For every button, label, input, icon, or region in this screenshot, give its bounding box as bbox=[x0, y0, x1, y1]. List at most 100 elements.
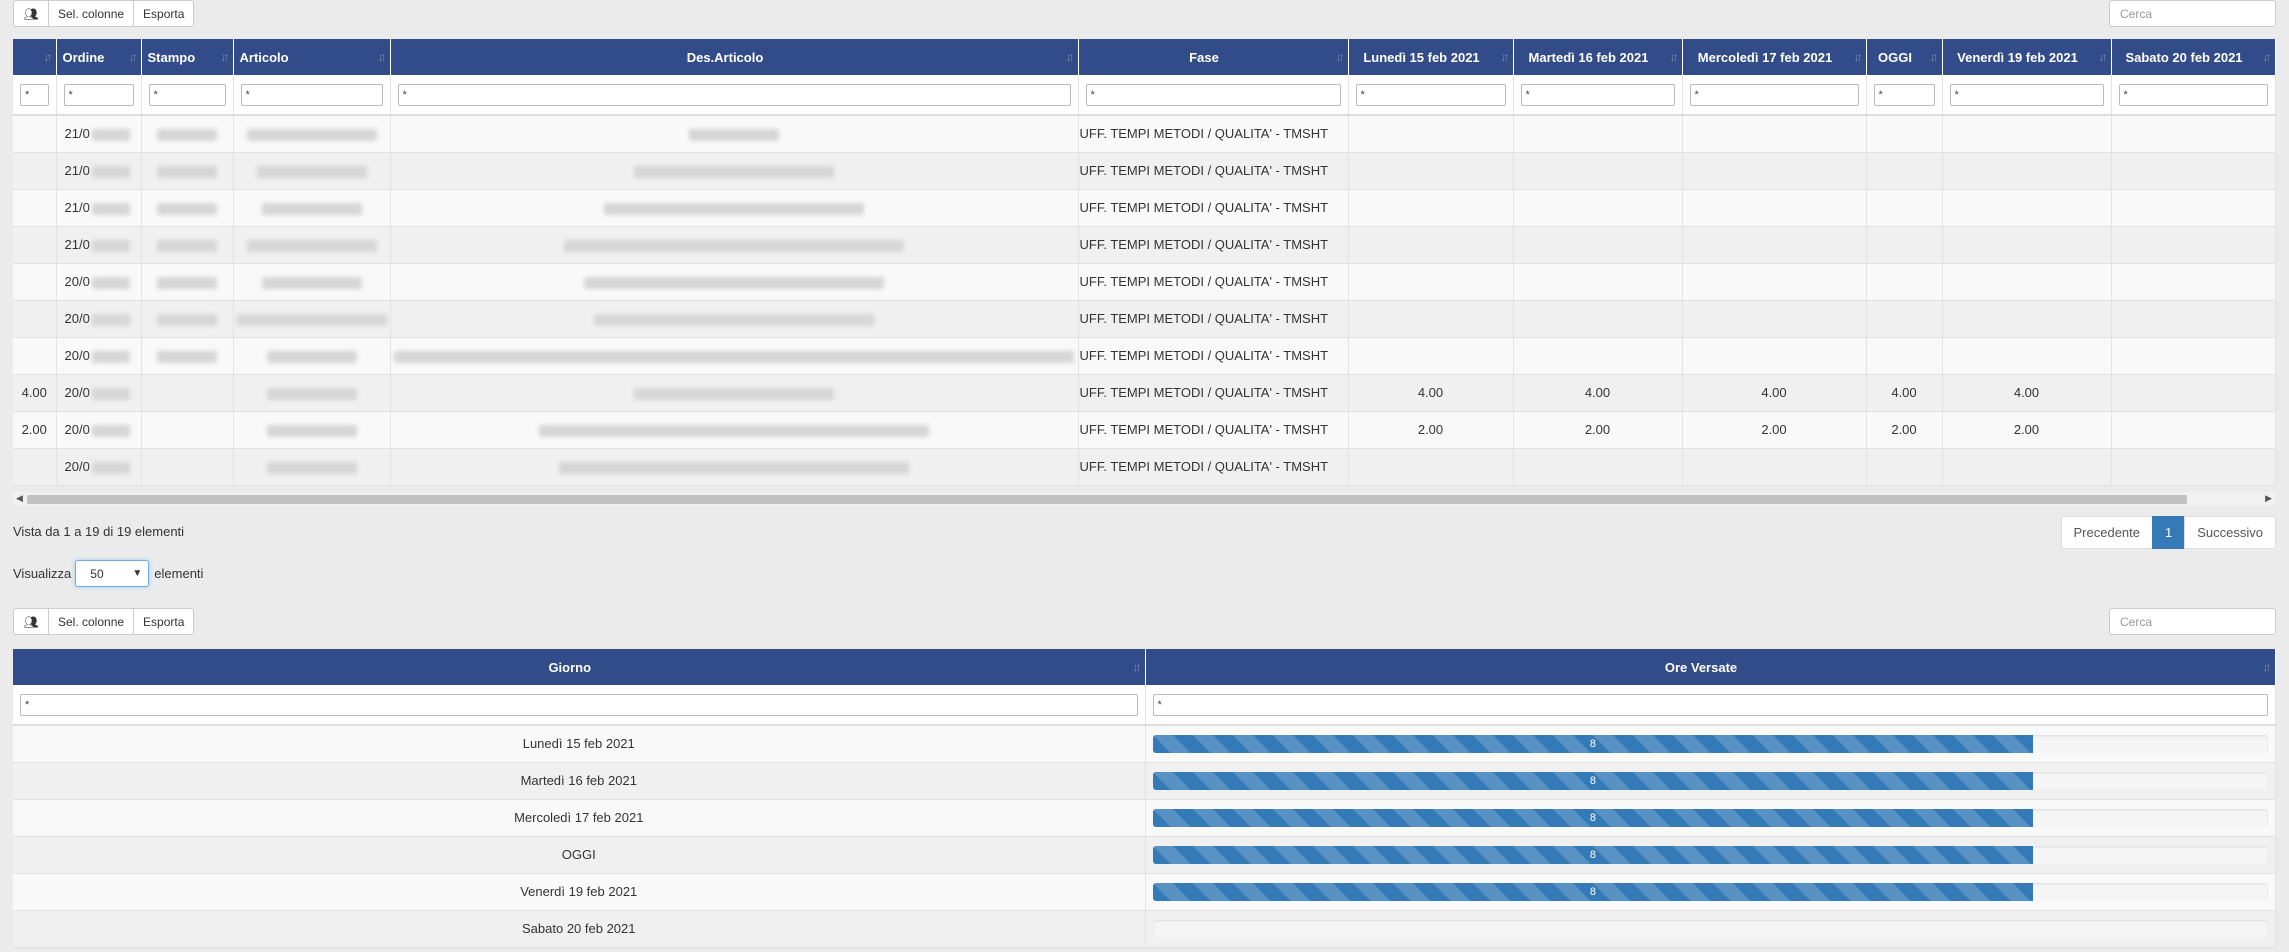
column-filter-input[interactable]: * bbox=[20, 83, 49, 106]
select-columns-button-2[interactable]: Sel. colonne bbox=[48, 608, 135, 635]
column-header[interactable]: Fase ↓↑ bbox=[1078, 39, 1349, 75]
sort-icon[interactable]: ↓↑ bbox=[1930, 50, 1939, 64]
sort-icon[interactable]: ↓↑ bbox=[2099, 50, 2108, 64]
day-hours-cell bbox=[1942, 263, 2112, 301]
page-1-button[interactable]: 1 bbox=[2152, 516, 2186, 549]
sort-icon[interactable]: ↓↑ bbox=[1670, 50, 1679, 64]
day-hours-cell bbox=[1942, 152, 2112, 190]
column-filter-input[interactable]: * bbox=[1152, 693, 2268, 716]
column-header[interactable]: Ore Versate ↓↑ bbox=[1145, 649, 2276, 685]
column-header[interactable]: Martedì 16 feb 2021 ↓↑ bbox=[1513, 39, 1683, 75]
column-header[interactable]: ↓↑ bbox=[13, 39, 57, 75]
column-filter-input[interactable]: * bbox=[397, 83, 1071, 106]
orders-table: ↓↑ Ordine ↓↑ Stampo ↓↑ Articolo ↓↑ Des.Articolo… bbox=[13, 39, 2276, 486]
column-filter-input[interactable]: * bbox=[148, 83, 226, 106]
hours-cell bbox=[13, 300, 57, 338]
column-header[interactable]: Sabato 20 feb 2021 ↓↑ bbox=[2111, 39, 2276, 75]
redacted-text bbox=[266, 387, 357, 400]
column-header[interactable]: Ordine ↓↑ bbox=[56, 39, 142, 75]
column-filter-input[interactable]: * bbox=[1355, 83, 1506, 106]
sort-icon[interactable]: ↓↑ bbox=[1501, 50, 1510, 64]
sort-icon[interactable]: ↓↑ bbox=[129, 50, 138, 64]
toolbar-top: 👥︎ Sel. colonne Esporta bbox=[13, 0, 195, 27]
sort-icon[interactable]: ↓↑ bbox=[1336, 50, 1345, 64]
sort-icon[interactable]: ↓↑ bbox=[221, 50, 230, 64]
stampo-cell bbox=[141, 189, 234, 227]
column-filter-input[interactable]: * bbox=[1873, 83, 1935, 106]
column-filter-input[interactable]: * bbox=[2118, 83, 2268, 106]
column-filter-input[interactable]: * bbox=[20, 693, 1138, 716]
table-row[interactable]: Martedì 16 feb 2021 8 bbox=[13, 762, 2276, 800]
group-button-2[interactable]: 👥︎ bbox=[13, 608, 49, 635]
horizontal-scrollbar[interactable]: ◀ ▶ bbox=[13, 492, 2275, 506]
column-filter-input[interactable]: * bbox=[1949, 83, 2104, 106]
table-row[interactable]: 20/0 UFF. TEMPI METODI / QUALITA' - TMSHT bbox=[13, 448, 2276, 486]
table-info: Vista da 1 a 19 di 19 elementi bbox=[13, 524, 185, 539]
sort-icon[interactable]: ↓↑ bbox=[1066, 50, 1075, 64]
scroll-right-icon[interactable]: ▶ bbox=[2265, 493, 2272, 504]
previous-page-button[interactable]: Precedente bbox=[2060, 516, 2154, 549]
day-cell: OGGI bbox=[13, 836, 1146, 874]
redacted-text bbox=[261, 276, 362, 289]
day-hours-cell bbox=[1682, 115, 1867, 153]
table-row[interactable]: OGGI 8 bbox=[13, 836, 2276, 874]
column-filter-input[interactable]: * bbox=[63, 83, 134, 106]
sort-icon[interactable]: ↓↑ bbox=[378, 50, 387, 64]
column-header[interactable]: Mercoledì 17 feb 2021 ↓↑ bbox=[1682, 39, 1867, 75]
export-button-2[interactable]: Esporta bbox=[133, 608, 195, 635]
column-header[interactable]: OGGI ↓↑ bbox=[1866, 39, 1943, 75]
sort-icon[interactable]: ↓↑ bbox=[1854, 50, 1863, 64]
progress-track: 8 bbox=[1152, 845, 2268, 864]
table-row[interactable]: 20/0 UFF. TEMPI METODI / QUALITA' - TMSHT bbox=[13, 263, 2276, 301]
stampo-cell bbox=[141, 374, 234, 412]
hours-cell: 2.00 bbox=[13, 411, 57, 449]
article-cell bbox=[233, 226, 391, 264]
table-row[interactable]: 21/0 UFF. TEMPI METODI / QUALITA' - TMSHT bbox=[13, 115, 2276, 153]
table-row[interactable]: 20/0 UFF. TEMPI METODI / QUALITA' - TMSHT bbox=[13, 337, 2276, 375]
article-description-cell bbox=[390, 411, 1079, 449]
day-hours-cell bbox=[1348, 189, 1514, 227]
table-row[interactable]: 20/0 UFF. TEMPI METODI / QUALITA' - TMSHT bbox=[13, 300, 2276, 338]
table-row[interactable]: 21/0 UFF. TEMPI METODI / QUALITA' - TMSHT bbox=[13, 152, 2276, 190]
hours-cell bbox=[13, 226, 57, 264]
column-filter-input[interactable]: * bbox=[240, 83, 383, 106]
select-columns-button[interactable]: Sel. colonne bbox=[48, 0, 135, 27]
day-hours-cell bbox=[1682, 448, 1867, 486]
column-filter-input[interactable]: * bbox=[1689, 83, 1859, 106]
hours-table: Giorno ↓↑ Ore Versate ↓↑ * * Lunedì 15 feb 2… bbox=[13, 649, 2276, 948]
order-number: 21/0 bbox=[64, 200, 90, 215]
column-header[interactable]: Giorno ↓↑ bbox=[13, 649, 1146, 685]
export-button[interactable]: Esporta bbox=[133, 0, 195, 27]
column-header[interactable]: Venerdì 19 feb 2021 ↓↑ bbox=[1942, 39, 2112, 75]
search-input[interactable]: Cerca bbox=[2109, 0, 2276, 27]
column-header[interactable]: Des.Articolo ↓↑ bbox=[390, 39, 1079, 75]
table-row[interactable]: Lunedì 15 feb 2021 8 bbox=[13, 725, 2276, 763]
table-row[interactable]: 4.00 20/0 UFF. TEMPI METODI / QUALITA' - T… bbox=[13, 374, 2276, 412]
sort-icon[interactable]: ↓↑ bbox=[44, 50, 53, 64]
redacted-text bbox=[91, 461, 130, 474]
day-hours-cell bbox=[2111, 374, 2276, 412]
progress-bar: 8 bbox=[1152, 771, 2034, 790]
page-length-select[interactable]: 50 ▼ bbox=[75, 560, 150, 587]
table-row[interactable]: Mercoledì 17 feb 2021 8 bbox=[13, 799, 2276, 837]
sort-icon[interactable]: ↓↑ bbox=[2263, 660, 2272, 674]
next-page-button[interactable]: Successivo bbox=[2184, 516, 2276, 549]
table-row[interactable]: 2.00 20/0 UFF. TEMPI METODI / QUALITA' - T… bbox=[13, 411, 2276, 449]
scrollbar-thumb[interactable] bbox=[27, 495, 2187, 504]
table-row[interactable]: 21/0 UFF. TEMPI METODI / QUALITA' - TMSHT bbox=[13, 189, 2276, 227]
day-hours-cell bbox=[1866, 226, 1943, 264]
column-filter-input[interactable]: * bbox=[1520, 83, 1675, 106]
table-row[interactable]: Sabato 20 feb 2021 bbox=[13, 910, 2276, 948]
column-header[interactable]: Lunedì 15 feb 2021 ↓↑ bbox=[1348, 39, 1514, 75]
column-filter-input[interactable]: * bbox=[1085, 83, 1341, 106]
table-row[interactable]: 21/0 UFF. TEMPI METODI / QUALITA' - TMSHT bbox=[13, 226, 2276, 264]
column-filter-cell: * bbox=[233, 75, 391, 116]
scroll-left-icon[interactable]: ◀ bbox=[16, 493, 23, 504]
column-header[interactable]: Stampo ↓↑ bbox=[141, 39, 234, 75]
sort-icon[interactable]: ↓↑ bbox=[2263, 50, 2272, 64]
table-row[interactable]: Venerdì 19 feb 2021 8 bbox=[13, 873, 2276, 911]
search-input-2[interactable]: Cerca bbox=[2109, 608, 2276, 635]
column-header[interactable]: Articolo ↓↑ bbox=[233, 39, 391, 75]
sort-icon[interactable]: ↓↑ bbox=[1133, 660, 1142, 674]
group-button[interactable]: 👥︎ bbox=[13, 0, 49, 27]
